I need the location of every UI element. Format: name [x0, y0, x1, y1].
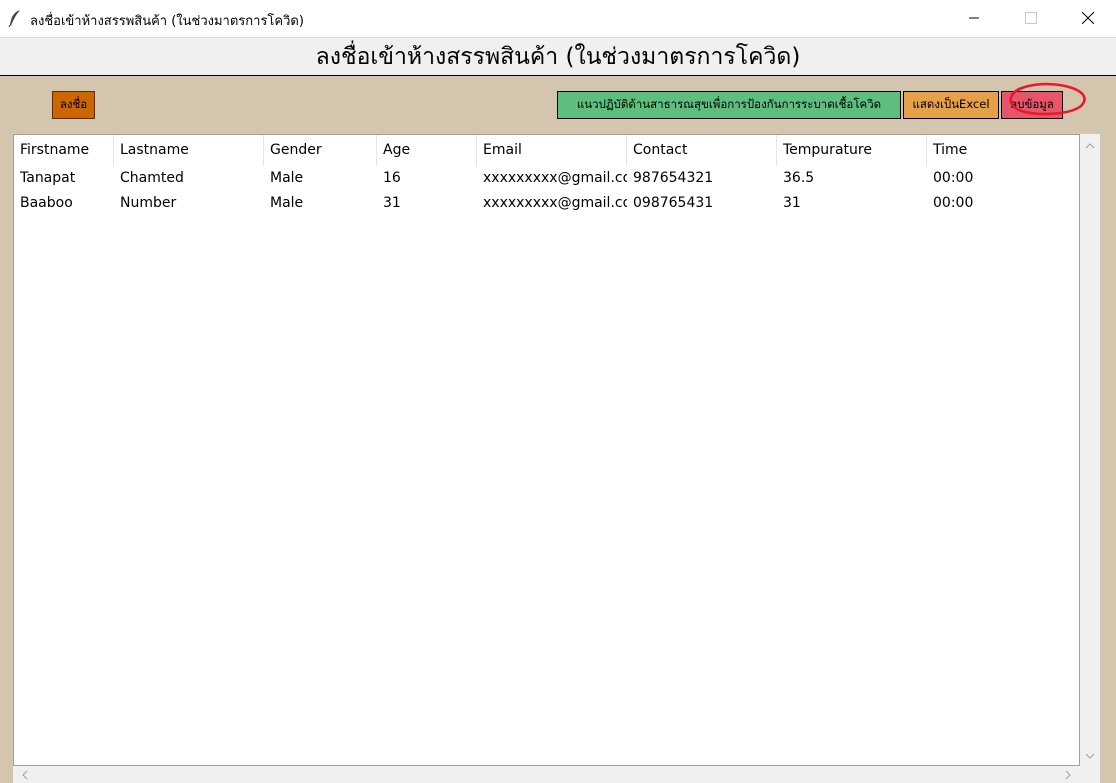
- column-header-firstname[interactable]: Firstname: [14, 135, 114, 166]
- column-header-email[interactable]: Email: [477, 135, 627, 166]
- cell-time: 00:00: [933, 170, 974, 186]
- cell-age: 31: [383, 195, 401, 211]
- cell-gender: Male: [270, 195, 304, 211]
- scroll-up-arrow-icon[interactable]: [1082, 138, 1098, 154]
- column-header-time[interactable]: Time: [927, 135, 1079, 166]
- app-window: ลงชื่อเข้าห้างสรรพสินค้า (ในช่วงมาตรการโ…: [0, 0, 1116, 783]
- cell-contact: 098765431: [633, 195, 714, 211]
- cell-email: xxxxxxxxx@gmail.com: [483, 170, 627, 186]
- scroll-right-arrow-icon[interactable]: [1060, 767, 1076, 783]
- header-bar: ลงชื่อเข้าห้างสรรพสินค้า (ในช่วงมาตรการโ…: [0, 38, 1116, 76]
- vertical-scrollbar[interactable]: [1080, 134, 1100, 766]
- register-button[interactable]: ลงชื่อ: [52, 91, 95, 119]
- close-icon: [1082, 12, 1094, 24]
- minimize-icon: [969, 17, 979, 19]
- cell-gender: Male: [270, 170, 304, 186]
- column-header-temperature[interactable]: Tempurature: [777, 135, 927, 166]
- cell-temperature: 36.5: [783, 170, 815, 186]
- cell-email: xxxxxxxxx@gmail.com: [483, 195, 627, 211]
- cell-age: 16: [383, 170, 401, 186]
- table-row[interactable]: Baaboo Number Male 31 xxxxxxxxx@gmail.co…: [14, 191, 1079, 216]
- delete-data-button[interactable]: ลบข้อมูล: [1001, 91, 1063, 119]
- cell-lastname: Number: [120, 195, 177, 211]
- column-header-gender[interactable]: Gender: [264, 135, 377, 166]
- maximize-button[interactable]: [1003, 0, 1059, 36]
- window-title: ลงชื่อเข้าห้างสรรพสินค้า (ในช่วงมาตรการโ…: [30, 14, 304, 29]
- close-button[interactable]: [1060, 0, 1116, 36]
- cell-firstname: Tanapat: [20, 170, 76, 186]
- table-row[interactable]: Tanapat Chamted Male 16 xxxxxxxxx@gmail.…: [14, 166, 1079, 191]
- minimize-button[interactable]: [946, 0, 1002, 36]
- feather-icon: [8, 10, 20, 27]
- title-bar: ลงชื่อเข้าห้างสรรพสินค้า (ในช่วงมาตรการโ…: [0, 0, 1116, 38]
- guidelines-button[interactable]: แนวปฏิบัติด้านสาธารณสุขเพื่อการป้องกันกา…: [557, 91, 901, 119]
- table-header: Firstname Lastname Gender Age Email Cont…: [14, 135, 1079, 166]
- cell-firstname: Baaboo: [20, 195, 73, 211]
- column-header-lastname[interactable]: Lastname: [114, 135, 264, 166]
- cell-lastname: Chamted: [120, 170, 184, 186]
- column-header-contact[interactable]: Contact: [627, 135, 777, 166]
- scroll-down-arrow-icon[interactable]: [1082, 748, 1098, 764]
- cell-time: 00:00: [933, 195, 974, 211]
- column-header-age[interactable]: Age: [377, 135, 477, 166]
- maximize-icon: [1025, 12, 1037, 24]
- data-table[interactable]: Firstname Lastname Gender Age Email Cont…: [13, 134, 1080, 766]
- cell-contact: 987654321: [633, 170, 714, 186]
- cell-temperature: 31: [783, 195, 801, 211]
- scroll-left-arrow-icon[interactable]: [17, 767, 33, 783]
- page-title: ลงชื่อเข้าห้างสรรพสินค้า (ในช่วงมาตรการโ…: [315, 43, 801, 70]
- horizontal-scrollbar[interactable]: [13, 766, 1100, 783]
- show-excel-button[interactable]: แสดงเป็นExcel: [903, 91, 999, 119]
